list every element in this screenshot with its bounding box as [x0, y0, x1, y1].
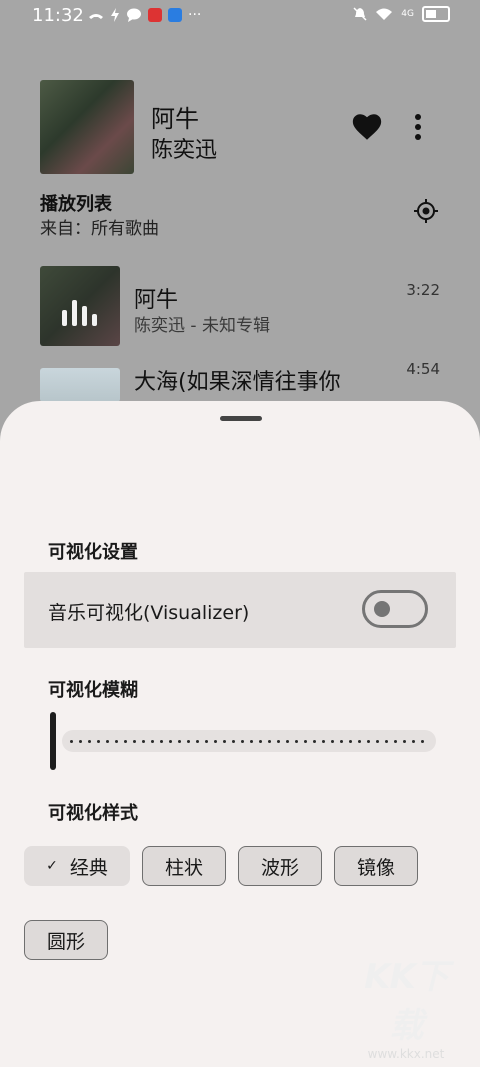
app-badge-icon	[148, 8, 162, 22]
song-title: 阿牛	[134, 288, 179, 313]
slider-tick	[277, 739, 280, 743]
song-duration: 4:54	[406, 360, 440, 378]
slider-tick	[259, 739, 262, 743]
flash-icon	[111, 8, 119, 22]
slider-tick	[250, 739, 253, 743]
slider-tick	[412, 739, 415, 743]
slider-tick-marks	[70, 730, 424, 752]
now-playing-artist: 陈奕迅	[151, 138, 218, 163]
status-right-icons: 4G	[353, 6, 450, 22]
slider-tick	[340, 739, 343, 743]
status-bar: 11:32 ··· 4G	[0, 0, 480, 34]
slider-tick	[106, 739, 109, 743]
style-chip-circle[interactable]: 圆形	[24, 920, 108, 960]
style-chip-mirror[interactable]: 镜像	[334, 846, 418, 886]
check-icon: ✓	[46, 858, 58, 874]
watermark-url: www.kkx.net	[367, 1047, 445, 1061]
slider-tick	[394, 739, 397, 743]
heart-icon[interactable]	[350, 110, 384, 144]
slider-tick	[70, 739, 73, 743]
signal-4g-icon: 4G	[401, 9, 414, 19]
style-chip-classic[interactable]: ✓ 经典	[24, 846, 130, 886]
sheet-drag-handle[interactable]	[220, 416, 262, 421]
locate-icon[interactable]	[413, 198, 439, 224]
slider-tick	[232, 739, 235, 743]
slider-tick	[349, 739, 352, 743]
album-cover[interactable]	[40, 80, 134, 174]
battery-icon	[422, 6, 450, 22]
slider-tick	[88, 739, 91, 743]
slider-tick	[241, 739, 244, 743]
watermark-logo: KK下载	[364, 957, 449, 1046]
watermark: KK下载 www.kkx.net	[354, 949, 458, 1061]
song-cover	[40, 368, 120, 402]
visualizer-toggle[interactable]	[362, 590, 428, 628]
slider-tick	[385, 739, 388, 743]
toggle-knob	[374, 601, 390, 617]
slider-tick	[187, 739, 190, 743]
slider-tick	[376, 739, 379, 743]
playlist-title: 播放列表	[40, 194, 112, 215]
song-title: 大海(如果深情往事你	[134, 370, 341, 395]
song-subtitle: 陈奕迅 - 未知专辑	[134, 316, 270, 336]
slider-tick	[205, 739, 208, 743]
slider-tick	[79, 739, 82, 743]
slider-tick	[223, 739, 226, 743]
playing-equalizer-icon	[62, 296, 98, 326]
wifi-icon	[376, 8, 393, 20]
more-vert-icon[interactable]	[410, 112, 426, 142]
style-chip-label: 经典	[69, 856, 108, 879]
slider-tick	[115, 739, 118, 743]
slider-tick	[133, 739, 136, 743]
style-chip-label: 圆形	[46, 930, 85, 953]
style-chip-label: 波形	[260, 856, 299, 879]
style-header: 可视化样式	[48, 803, 138, 824]
slider-tick	[196, 739, 199, 743]
mute-icon	[353, 7, 367, 21]
style-chip-wave[interactable]: 波形	[238, 846, 322, 886]
style-chip-bar[interactable]: 柱状	[142, 846, 226, 886]
slider-tick	[331, 739, 334, 743]
slider-tick	[169, 739, 172, 743]
slider-tick	[124, 739, 127, 743]
visualizer-label: 音乐可视化(Visualizer)	[48, 602, 250, 624]
slider-tick	[421, 739, 424, 743]
app-badge-blue-icon	[168, 8, 182, 22]
song-duration: 3:22	[406, 281, 440, 299]
slider-tick	[286, 739, 289, 743]
style-chip-label: 柱状	[164, 856, 203, 879]
status-time: 11:32	[32, 5, 84, 26]
message-icon	[127, 8, 141, 22]
status-left-icons: ···	[88, 7, 201, 23]
blur-slider-track[interactable]	[62, 730, 436, 752]
slider-tick	[97, 739, 100, 743]
slider-tick	[178, 739, 181, 743]
slider-tick	[403, 739, 406, 743]
slider-tick	[367, 739, 370, 743]
slider-tick	[295, 739, 298, 743]
slider-tick	[322, 739, 325, 743]
slider-tick	[151, 739, 154, 743]
now-playing-title: 阿牛	[151, 105, 199, 133]
slider-tick	[313, 739, 316, 743]
ellipsis-icon: ···	[188, 7, 202, 23]
blur-header: 可视化模糊	[48, 680, 138, 701]
style-chip-label: 镜像	[356, 856, 395, 879]
blur-slider-thumb[interactable]	[50, 712, 56, 770]
slider-tick	[142, 739, 145, 743]
slider-tick	[358, 739, 361, 743]
slider-tick	[160, 739, 163, 743]
slider-tick	[304, 739, 307, 743]
visualization-settings-header: 可视化设置	[48, 542, 138, 563]
slider-tick	[268, 739, 271, 743]
missed-call-icon	[89, 14, 103, 19]
playlist-source: 来自：所有歌曲	[40, 219, 159, 239]
slider-tick	[214, 739, 217, 743]
